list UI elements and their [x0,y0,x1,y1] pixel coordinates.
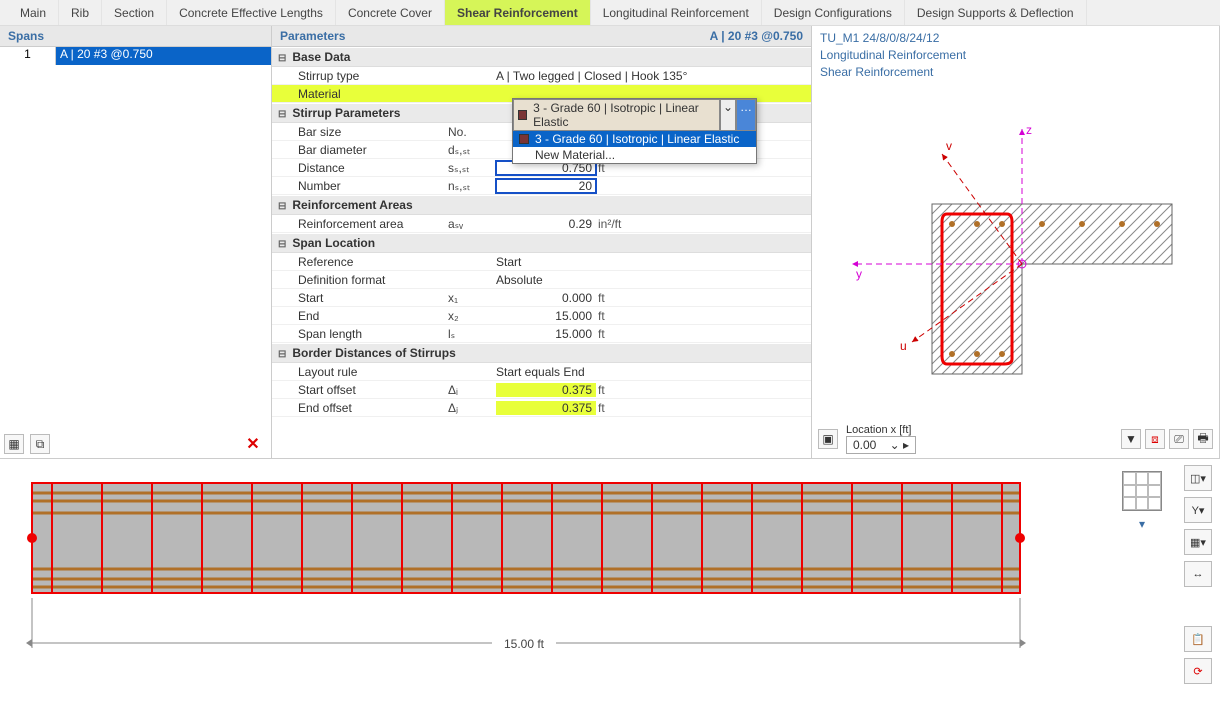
tab-supports[interactable]: Design Supports & Deflection [905,0,1087,25]
axis-y-icon[interactable]: Y▾ [1184,497,1212,523]
svg-text:15.00 ft: 15.00 ft [504,637,545,651]
dropdown-item-selected[interactable]: 3 - Grade 60 | Isotropic | Linear Elasti… [513,131,756,147]
tab-designconfig[interactable]: Design Configurations [762,0,905,25]
group-border-distances[interactable]: Border Distances of Stirrups [272,343,811,363]
row-end-offset[interactable]: End offset Δⱼ 0.375 ft [272,399,811,417]
row-reinf-area[interactable]: Reinforcement area aₛᵥ 0.29 in²/ft [272,215,811,233]
reset-icon[interactable]: ⟳ [1184,658,1212,684]
spans-header: Spans [8,29,44,43]
svg-text:z: z [1026,123,1032,137]
notes-icon[interactable]: 📋 [1184,626,1212,652]
params-header: Parameters [280,29,345,43]
params-header-right: A | 20 #3 @0.750 [710,29,803,43]
row-start[interactable]: Start x₁ 0.000 ft [272,289,811,307]
group-span-location[interactable]: Span Location [272,233,811,253]
section-3d-canvas[interactable]: z y v u [812,84,1219,384]
svg-text:y: y [856,267,862,281]
cube-view-icon[interactable]: ◫▾ [1184,465,1212,491]
tab-eff-lengths[interactable]: Concrete Effective Lengths [167,0,336,25]
dropdown-more-button[interactable]: … [736,99,756,131]
spans-panel: Spans 1 A | 20 #3 @0.750 ▦ ⧉ ✕ [0,26,272,458]
span-row[interactable]: 1 A | 20 #3 @0.750 [0,47,271,65]
row-reference[interactable]: Reference Start [272,253,811,271]
print-icon[interactable]: 🖶 [1193,429,1213,449]
row-def-format[interactable]: Definition format Absolute [272,271,811,289]
nav-cube[interactable]: ▾ [1106,459,1178,690]
tab-rib[interactable]: Rib [59,0,102,25]
span-label: A | 20 #3 @0.750 [56,47,271,65]
tab-cover[interactable]: Concrete Cover [336,0,445,25]
svg-text:v: v [946,139,952,153]
row-layout-rule[interactable]: Layout rule Start equals End [272,363,811,381]
tab-main[interactable]: Main [8,0,59,25]
row-number[interactable]: Number nₛ,ₛₜ 20 [272,177,811,195]
view-mode-icon[interactable]: ▣ [818,429,838,449]
section-name: TU_M1 24/8/0/8/24/12 [820,30,1211,47]
grid-toggle-icon[interactable]: ▦▾ [1184,529,1212,555]
tab-long[interactable]: Longitudinal Reinforcement [591,0,762,25]
dropdown-caret-icon[interactable]: ⌄ [720,99,736,131]
top-tabs: Main Rib Section Concrete Effective Leng… [0,0,1220,26]
location-select[interactable]: 0.00⌄ ▸ [846,436,916,454]
duplicate-span-icon[interactable]: ⧉ [30,434,50,454]
delete-span-icon[interactable]: ✕ [243,434,263,454]
section-line2: Longitudinal Reinforcement [820,47,1211,64]
layers-icon[interactable]: ⧈ [1145,429,1165,449]
export-icon[interactable]: ⎚ [1169,429,1189,449]
longitudinal-canvas[interactable]: 15.00 ft [0,459,1106,690]
span-num: 1 [0,47,56,65]
row-stirrup-type[interactable]: Stirrup type A | Two legged | Closed | H… [272,67,811,85]
location-label: Location x [ft] [846,424,916,436]
row-span-length[interactable]: Span length lₛ 15.000 ft [272,325,811,343]
row-start-offset[interactable]: Start offset Δᵢ 0.375 ft [272,381,811,399]
material-dropdown[interactable]: 3 - Grade 60 | Isotropic | Linear Elasti… [512,98,757,164]
dropdown-item-new[interactable]: New Material... [513,147,756,163]
tab-section[interactable]: Section [102,0,167,25]
svg-text:u: u [900,339,907,353]
section-3d-panel: TU_M1 24/8/0/8/24/12 Longitudinal Reinfo… [812,26,1220,458]
group-reinf-areas[interactable]: Reinforcement Areas [272,195,811,215]
axes-toggle-icon[interactable]: ↔ [1184,561,1212,587]
tab-shear[interactable]: Shear Reinforcement [445,0,591,25]
filter-icon[interactable]: ▼ [1121,429,1141,449]
parameters-panel: Parameters A | 20 #3 @0.750 Base Data St… [272,26,812,458]
group-base-data[interactable]: Base Data [272,47,811,67]
row-end[interactable]: End x₂ 15.000 ft [272,307,811,325]
section-line3: Shear Reinforcement [820,64,1211,81]
new-span-icon[interactable]: ▦ [4,434,24,454]
